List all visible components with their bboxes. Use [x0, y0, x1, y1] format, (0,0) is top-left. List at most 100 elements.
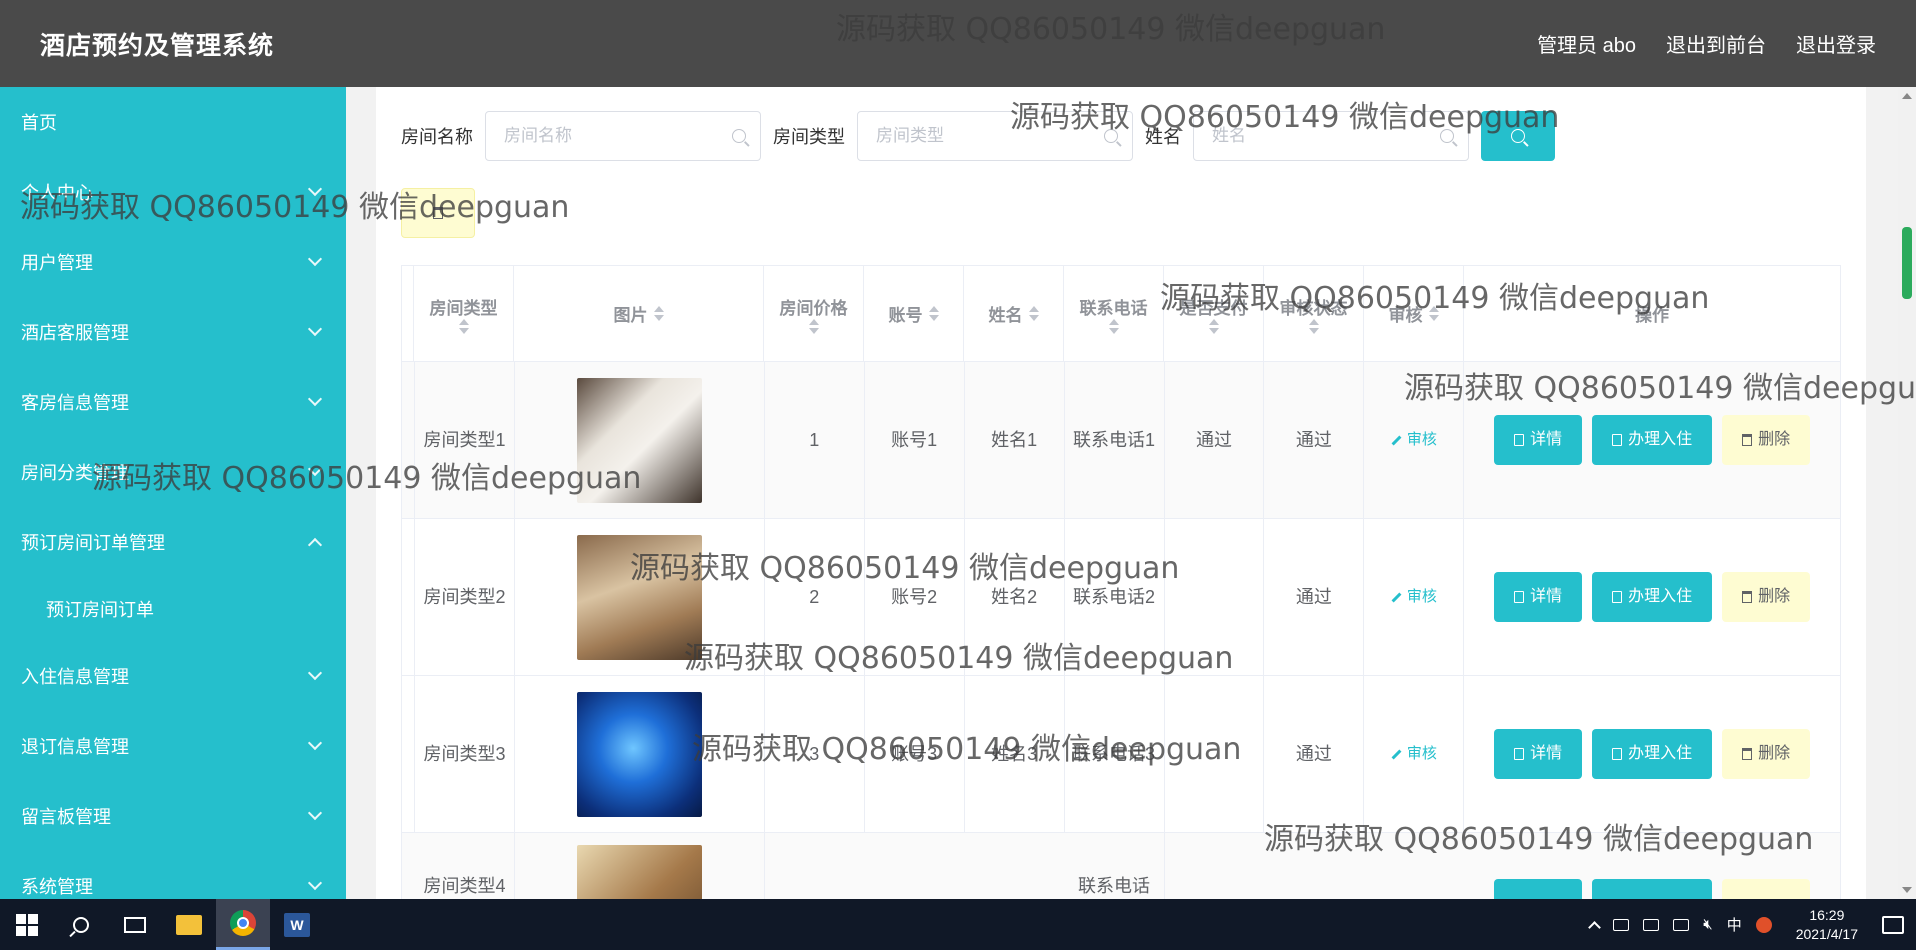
scroll-down-icon[interactable]: [1902, 887, 1912, 893]
sidebar-item-room-category[interactable]: 房间分类管理: [0, 437, 346, 507]
scroll-up-icon[interactable]: [1902, 93, 1912, 99]
sidebar-item-personal-center[interactable]: 个人中心: [0, 157, 346, 227]
col-name[interactable]: 姓名: [964, 266, 1064, 361]
sort-icon[interactable]: [1428, 306, 1439, 321]
app-tray-icon[interactable]: [1613, 918, 1630, 931]
delete-button[interactable]: [1722, 879, 1811, 899]
taskbar-search[interactable]: [54, 899, 108, 950]
sidebar-item-system[interactable]: 系统管理: [0, 851, 346, 899]
detail-button[interactable]: 详情: [1494, 729, 1583, 779]
sort-icon[interactable]: [1308, 318, 1319, 334]
delete-button[interactable]: 删除: [1722, 572, 1811, 622]
sidebar-item-label: 用户管理: [21, 253, 93, 273]
battery-icon[interactable]: [1643, 918, 1660, 931]
room-photo[interactable]: [576, 534, 702, 660]
sidebar-item-home[interactable]: 首页: [0, 87, 346, 157]
room-type-field[interactable]: [857, 111, 1133, 161]
checkin-button[interactable]: [1592, 879, 1713, 899]
sort-icon[interactable]: [1208, 318, 1219, 334]
name-field[interactable]: [1193, 111, 1469, 161]
sort-icon[interactable]: [1108, 318, 1119, 334]
chevron-down-icon: [307, 461, 323, 477]
sidebar-item-message-board[interactable]: 留言板管理: [0, 781, 346, 851]
cell-name: 姓名3: [965, 676, 1065, 832]
btn-label: 详情: [1530, 431, 1563, 448]
col-label: 图片: [613, 306, 648, 325]
cell-price: 2: [765, 519, 865, 675]
sort-icon[interactable]: [458, 318, 469, 334]
room-photo[interactable]: [576, 377, 702, 503]
col-price[interactable]: 房间价格: [764, 266, 864, 361]
exit-front-link[interactable]: 退出到前台: [1666, 29, 1766, 58]
document-icon: [1514, 591, 1525, 603]
col-phone[interactable]: 联系电话: [1064, 266, 1164, 361]
room-type-input[interactable]: [876, 126, 1086, 146]
cell-image: [515, 519, 765, 675]
ime-indicator[interactable]: 中: [1727, 914, 1742, 935]
col-image[interactable]: 图片: [514, 266, 764, 361]
cell-phone: 联系电话: [1065, 833, 1165, 899]
chevron-up-icon[interactable]: [1588, 920, 1602, 934]
start-button[interactable]: [0, 899, 54, 950]
audit-link[interactable]: 审核: [1391, 429, 1437, 452]
search-icon: [732, 129, 746, 143]
volume-icon[interactable]: 🔇︎: [1703, 916, 1712, 933]
batch-delete-button[interactable]: [401, 188, 475, 238]
page-scrollbar[interactable]: [1898, 87, 1916, 899]
clock[interactable]: 16:29 2021/4/17: [1796, 906, 1858, 942]
detail-button[interactable]: 详情: [1494, 415, 1583, 465]
chrome-button[interactable]: [216, 899, 270, 950]
btn-label: 办理入住: [1628, 431, 1693, 448]
checkin-button[interactable]: 办理入住: [1592, 572, 1713, 622]
word-button[interactable]: W: [270, 899, 324, 950]
col-paid[interactable]: 是否支付: [1164, 266, 1264, 361]
delete-button[interactable]: 删除: [1722, 729, 1811, 779]
chevron-down-icon: [307, 321, 323, 337]
sort-icon[interactable]: [928, 306, 939, 321]
task-view-button[interactable]: [108, 899, 162, 950]
table-row: 房间类型1 1 账号1 姓名1 联系电话1 通过 通过 审核 详情 办理入住 删…: [402, 362, 1840, 519]
delete-button[interactable]: 删除: [1722, 415, 1811, 465]
search-bar: 房间名称 房间类型 姓名: [401, 111, 1555, 161]
sort-icon[interactable]: [808, 318, 819, 334]
chevron-down-icon: [307, 181, 323, 197]
sort-icon[interactable]: [1028, 306, 1039, 321]
room-name-field[interactable]: [485, 111, 761, 161]
sort-icon[interactable]: [653, 306, 664, 321]
logout-link[interactable]: 退出登录: [1796, 29, 1876, 58]
sidebar-item-users[interactable]: 用户管理: [0, 227, 346, 297]
col-account[interactable]: 账号: [864, 266, 964, 361]
name-input[interactable]: [1212, 126, 1422, 146]
scroll-thumb[interactable]: [1902, 227, 1912, 299]
checkin-button[interactable]: 办理入住: [1592, 415, 1713, 465]
room-photo[interactable]: [576, 691, 702, 817]
sidebar-item-label: 系统管理: [21, 877, 93, 897]
sidebar-item-booking-orders[interactable]: 预订房间订单管理: [0, 507, 346, 577]
col-room-type[interactable]: 房间类型: [414, 266, 514, 361]
file-explorer-button[interactable]: [162, 899, 216, 950]
notification-icon[interactable]: [1882, 915, 1904, 934]
network-icon[interactable]: [1673, 918, 1690, 931]
col-label: 审核: [1388, 306, 1423, 325]
edit-icon: [1391, 749, 1402, 759]
audit-link[interactable]: 审核: [1391, 586, 1437, 609]
room-name-input[interactable]: [504, 126, 714, 146]
detail-button[interactable]: 详情: [1494, 572, 1583, 622]
sidebar-subitem-booking-order[interactable]: 预订房间订单: [0, 577, 346, 641]
sidebar-item-hotel-service[interactable]: 酒店客服管理: [0, 297, 346, 367]
room-photo[interactable]: [576, 845, 702, 899]
cell-audit: 审核: [1364, 519, 1465, 675]
sidebar-item-checkin-info[interactable]: 入住信息管理: [0, 641, 346, 711]
col-status[interactable]: 审核状态: [1264, 266, 1364, 361]
sidebar-item-cancel-info[interactable]: 退订信息管理: [0, 711, 346, 781]
sidebar-item-room-info[interactable]: 客房信息管理: [0, 367, 346, 437]
input-method-icon[interactable]: [1755, 916, 1772, 933]
cell-status: 通过: [1264, 519, 1365, 675]
btn-label: 删除: [1758, 588, 1791, 605]
col-audit[interactable]: 审核: [1364, 266, 1464, 361]
audit-link[interactable]: 审核: [1391, 743, 1437, 766]
detail-button[interactable]: [1494, 879, 1583, 899]
cell-status: 通过: [1264, 362, 1365, 518]
search-button[interactable]: [1481, 111, 1555, 161]
checkin-button[interactable]: 办理入住: [1592, 729, 1713, 779]
